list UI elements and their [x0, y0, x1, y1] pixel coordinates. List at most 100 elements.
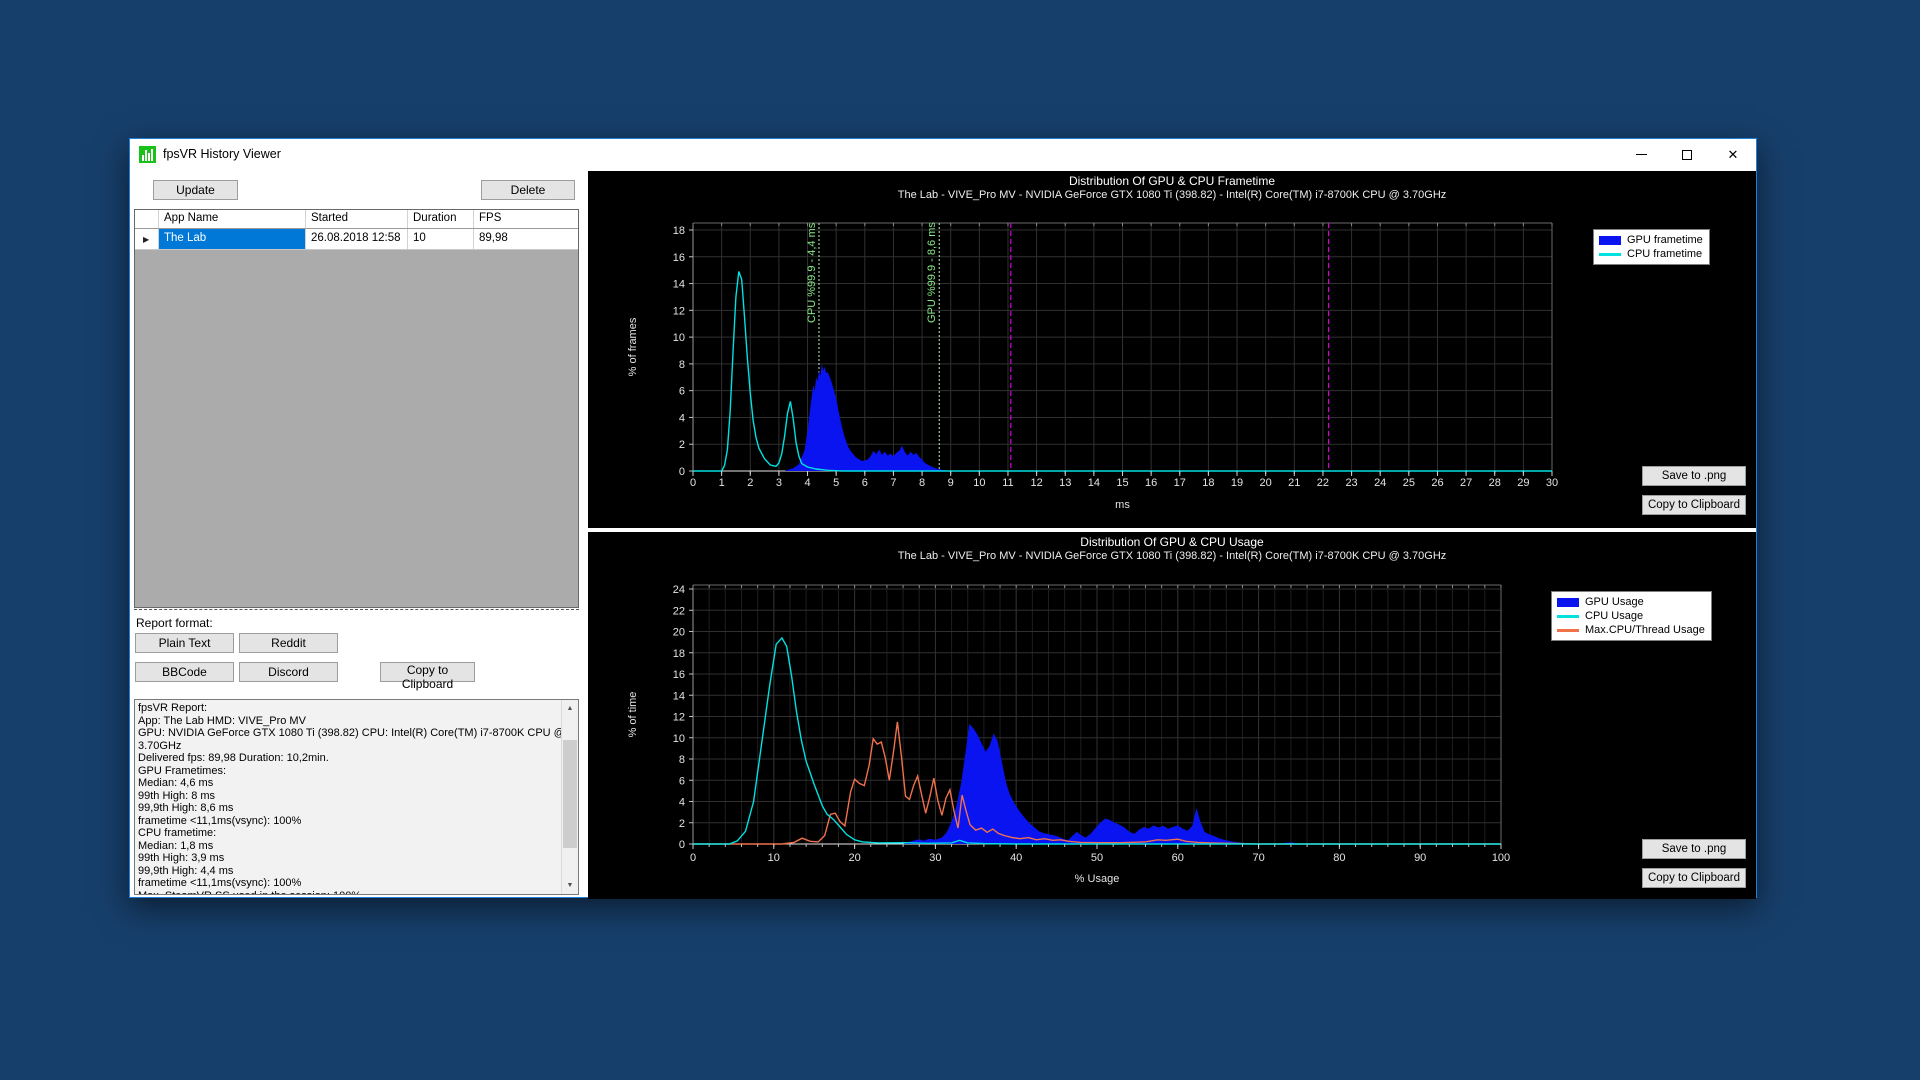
svg-text:16: 16 — [673, 669, 685, 681]
svg-text:10: 10 — [973, 477, 985, 489]
svg-text:% of frames: % of frames — [627, 317, 639, 376]
minimize-button[interactable] — [1618, 139, 1664, 170]
svg-text:90: 90 — [1414, 852, 1426, 864]
svg-text:24: 24 — [1374, 477, 1386, 489]
header-duration[interactable]: Duration — [408, 210, 474, 228]
svg-text:10: 10 — [673, 332, 685, 344]
legend-label: GPU Usage — [1585, 596, 1644, 608]
svg-text:13: 13 — [1059, 477, 1071, 489]
svg-text:8: 8 — [679, 754, 685, 766]
legend-swatch — [1557, 598, 1579, 607]
copy-to-clipboard-button[interactable]: Copy to Clipboard — [380, 662, 475, 682]
cell-app-name[interactable]: The Lab — [159, 229, 306, 249]
svg-text:18: 18 — [673, 225, 685, 237]
legend-label: Max.CPU/Thread Usage — [1585, 624, 1705, 636]
cell-started[interactable]: 26.08.2018 12:58 — [306, 229, 408, 249]
bbcode-button[interactable]: BBCode — [135, 662, 234, 682]
titlebar: fpsVR History Viewer ✕ — [130, 139, 1756, 170]
frametime-chart-panel: CPU %99.9 - 4,4 msGPU %99.9 - 8,6 ms0123… — [588, 171, 1756, 528]
fpsvr-app-icon — [139, 146, 156, 163]
legend-label: CPU Usage — [1585, 610, 1643, 622]
copy-clipboard-button-frametime[interactable]: Copy to Clipboard — [1642, 495, 1746, 515]
plain-text-button[interactable]: Plain Text — [135, 633, 234, 653]
svg-text:100: 100 — [1492, 852, 1510, 864]
svg-text:2: 2 — [679, 818, 685, 830]
svg-text:14: 14 — [1088, 477, 1100, 489]
maximize-button[interactable] — [1664, 139, 1710, 170]
close-button[interactable]: ✕ — [1710, 139, 1756, 170]
cell-duration[interactable]: 10 — [408, 229, 474, 249]
discord-button[interactable]: Discord — [239, 662, 338, 682]
svg-text:4: 4 — [679, 412, 685, 424]
scroll-up-icon[interactable]: ▲ — [562, 700, 578, 717]
svg-text:20: 20 — [673, 627, 685, 639]
usage-chart: 0102030405060708090100024681012141618202… — [588, 532, 1756, 899]
svg-text:6: 6 — [862, 477, 868, 489]
legend-swatch — [1557, 615, 1579, 618]
svg-text:2: 2 — [747, 477, 753, 489]
header-app-name[interactable]: App Name — [159, 210, 306, 228]
legend-label: GPU frametime — [1627, 234, 1703, 246]
window-title: fpsVR History Viewer — [163, 147, 281, 161]
svg-text:0: 0 — [690, 852, 696, 864]
usage-chart-subtitle: The Lab - VIVE_Pro MV - NVIDIA GeForce G… — [588, 549, 1756, 562]
svg-text:60: 60 — [1172, 852, 1184, 864]
svg-text:9: 9 — [948, 477, 954, 489]
svg-text:27: 27 — [1460, 477, 1472, 489]
close-icon: ✕ — [1728, 148, 1739, 161]
svg-text:14: 14 — [673, 279, 685, 291]
maximize-icon — [1682, 150, 1692, 160]
usage-legend: GPU Usage CPU Usage Max.CPU/Thread Usage — [1551, 591, 1712, 641]
svg-text:11: 11 — [1002, 477, 1013, 489]
save-png-button-usage[interactable]: Save to .png — [1642, 839, 1746, 859]
cell-fps[interactable]: 89,98 — [474, 229, 578, 249]
report-format-separator — [134, 609, 579, 610]
svg-text:16: 16 — [1145, 477, 1157, 489]
row-selector-icon: ▶ — [135, 229, 159, 249]
reddit-button[interactable]: Reddit — [239, 633, 338, 653]
frametime-chart-title: Distribution Of GPU & CPU Frametime — [588, 171, 1756, 188]
svg-text:% of time: % of time — [627, 692, 639, 738]
frametime-legend: GPU frametime CPU frametime — [1593, 229, 1710, 265]
scroll-down-icon[interactable]: ▼ — [562, 877, 578, 894]
svg-text:ms: ms — [1115, 499, 1130, 511]
legend-swatch — [1599, 236, 1621, 245]
svg-text:23: 23 — [1345, 477, 1357, 489]
table-row[interactable]: ▶ The Lab 26.08.2018 12:58 10 89,98 — [135, 229, 578, 250]
svg-text:15: 15 — [1116, 477, 1128, 489]
header-fps[interactable]: FPS — [474, 210, 578, 228]
svg-text:18: 18 — [673, 648, 685, 660]
history-table: App Name Started Duration FPS ▶ The Lab … — [134, 209, 579, 608]
svg-text:50: 50 — [1091, 852, 1103, 864]
usage-chart-panel: 0102030405060708090100024681012141618202… — [588, 532, 1756, 899]
svg-text:24: 24 — [673, 584, 685, 596]
report-textbox[interactable]: fpsVR Report:App: The Lab HMD: VIVE_Pro … — [134, 699, 579, 895]
legend-swatch — [1599, 253, 1621, 256]
svg-text:10: 10 — [673, 733, 685, 745]
scrollbar-thumb[interactable] — [563, 740, 577, 848]
legend-label: CPU frametime — [1627, 248, 1702, 260]
report-scrollbar[interactable]: ▲ ▼ — [561, 700, 578, 894]
svg-text:0: 0 — [679, 466, 685, 478]
svg-text:22: 22 — [1317, 477, 1329, 489]
svg-text:6: 6 — [679, 775, 685, 787]
svg-text:7: 7 — [890, 477, 896, 489]
svg-text:2: 2 — [679, 439, 685, 451]
svg-text:25: 25 — [1403, 477, 1415, 489]
header-started[interactable]: Started — [306, 210, 408, 228]
save-png-button-frametime[interactable]: Save to .png — [1642, 466, 1746, 486]
svg-text:20: 20 — [848, 852, 860, 864]
svg-text:17: 17 — [1174, 477, 1186, 489]
svg-text:28: 28 — [1489, 477, 1501, 489]
update-button[interactable]: Update — [153, 180, 238, 200]
svg-text:40: 40 — [1010, 852, 1022, 864]
svg-text:0: 0 — [690, 477, 696, 489]
frametime-chart-subtitle: The Lab - VIVE_Pro MV - NVIDIA GeForce G… — [588, 188, 1756, 201]
copy-clipboard-button-usage[interactable]: Copy to Clipboard — [1642, 868, 1746, 888]
delete-button[interactable]: Delete — [481, 180, 575, 200]
minimize-icon — [1636, 154, 1647, 155]
svg-text:CPU %99.9 - 4,4 ms: CPU %99.9 - 4,4 ms — [806, 222, 818, 323]
svg-text:14: 14 — [673, 690, 685, 702]
svg-text:21: 21 — [1288, 477, 1300, 489]
svg-text:30: 30 — [929, 852, 941, 864]
